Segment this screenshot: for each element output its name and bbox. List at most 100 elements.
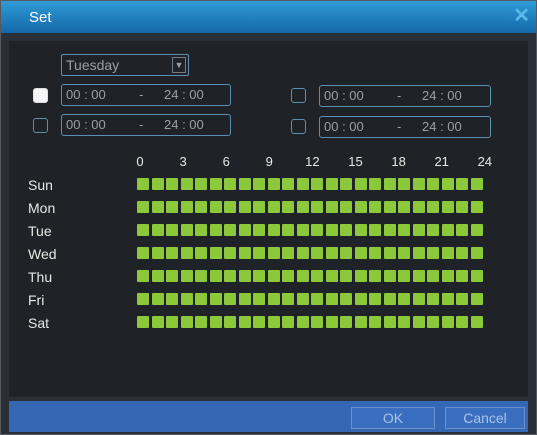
schedule-cell[interactable] bbox=[456, 201, 468, 213]
ok-button[interactable]: OK bbox=[351, 407, 435, 429]
schedule-cell[interactable] bbox=[151, 247, 164, 259]
schedule-cell[interactable] bbox=[195, 201, 207, 213]
schedule-cell[interactable] bbox=[398, 201, 410, 213]
schedule-cell[interactable] bbox=[427, 224, 439, 236]
schedule-cell[interactable] bbox=[253, 270, 265, 282]
schedule-cell[interactable] bbox=[238, 270, 251, 282]
day-select[interactable]: Tuesday ▼ bbox=[61, 54, 189, 76]
schedule-cell[interactable] bbox=[238, 316, 251, 328]
schedule-cell[interactable] bbox=[325, 224, 338, 236]
chevron-down-icon[interactable]: ▼ bbox=[172, 57, 186, 73]
schedule-cell[interactable] bbox=[195, 316, 207, 328]
schedule-cell[interactable] bbox=[296, 178, 309, 190]
schedule-cell[interactable] bbox=[441, 247, 454, 259]
schedule-cell[interactable] bbox=[267, 224, 280, 236]
period-4-checkbox[interactable] bbox=[291, 119, 306, 134]
schedule-cell[interactable] bbox=[166, 293, 178, 305]
schedule-cell[interactable] bbox=[340, 247, 352, 259]
schedule-cell[interactable] bbox=[427, 247, 439, 259]
schedule-cell[interactable] bbox=[383, 247, 396, 259]
schedule-cell[interactable] bbox=[267, 201, 280, 213]
schedule-cell[interactable] bbox=[412, 293, 425, 305]
schedule-cell[interactable] bbox=[209, 201, 222, 213]
schedule-cell[interactable] bbox=[311, 293, 323, 305]
schedule-cell[interactable] bbox=[137, 201, 149, 213]
schedule-cell[interactable] bbox=[383, 201, 396, 213]
schedule-cell[interactable] bbox=[267, 247, 280, 259]
schedule-cell[interactable] bbox=[253, 316, 265, 328]
schedule-cell[interactable] bbox=[166, 316, 178, 328]
schedule-cell[interactable] bbox=[282, 247, 294, 259]
schedule-cell[interactable] bbox=[441, 270, 454, 282]
schedule-cell[interactable] bbox=[137, 293, 149, 305]
schedule-cell[interactable] bbox=[311, 316, 323, 328]
schedule-cell[interactable] bbox=[470, 178, 483, 190]
schedule-cell[interactable] bbox=[151, 293, 164, 305]
schedule-cell[interactable] bbox=[398, 178, 410, 190]
schedule-cell[interactable] bbox=[224, 178, 236, 190]
schedule-cell[interactable] bbox=[325, 316, 338, 328]
schedule-cell[interactable] bbox=[383, 270, 396, 282]
schedule-cell[interactable] bbox=[180, 316, 193, 328]
schedule-cell[interactable] bbox=[470, 270, 483, 282]
schedule-cell[interactable] bbox=[296, 201, 309, 213]
schedule-cell[interactable] bbox=[398, 316, 410, 328]
schedule-cell[interactable] bbox=[224, 201, 236, 213]
schedule-cell[interactable] bbox=[470, 247, 483, 259]
schedule-cell[interactable] bbox=[354, 316, 367, 328]
schedule-cell[interactable] bbox=[340, 224, 352, 236]
schedule-cell[interactable] bbox=[311, 224, 323, 236]
schedule-cell[interactable] bbox=[267, 270, 280, 282]
schedule-cell[interactable] bbox=[369, 270, 381, 282]
schedule-cell[interactable] bbox=[325, 293, 338, 305]
schedule-cell[interactable] bbox=[195, 247, 207, 259]
schedule-cell[interactable] bbox=[340, 316, 352, 328]
schedule-cell[interactable] bbox=[412, 270, 425, 282]
schedule-cell[interactable] bbox=[398, 224, 410, 236]
schedule-cell[interactable] bbox=[180, 201, 193, 213]
schedule-cell[interactable] bbox=[427, 201, 439, 213]
schedule-cell[interactable] bbox=[137, 316, 149, 328]
schedule-cell[interactable] bbox=[180, 270, 193, 282]
schedule-cell[interactable] bbox=[238, 224, 251, 236]
schedule-cell[interactable] bbox=[137, 224, 149, 236]
schedule-cell[interactable] bbox=[383, 224, 396, 236]
schedule-cell[interactable] bbox=[340, 270, 352, 282]
schedule-cell[interactable] bbox=[282, 316, 294, 328]
period-2-checkbox[interactable] bbox=[33, 118, 48, 133]
schedule-cell[interactable] bbox=[311, 270, 323, 282]
schedule-cell[interactable] bbox=[253, 224, 265, 236]
schedule-cell[interactable] bbox=[470, 201, 483, 213]
schedule-cell[interactable] bbox=[456, 178, 468, 190]
schedule-cell[interactable] bbox=[354, 178, 367, 190]
schedule-cell[interactable] bbox=[166, 178, 178, 190]
schedule-cell[interactable] bbox=[412, 201, 425, 213]
schedule-cell[interactable] bbox=[253, 178, 265, 190]
schedule-cell[interactable] bbox=[238, 178, 251, 190]
schedule-cell[interactable] bbox=[253, 201, 265, 213]
schedule-cell[interactable] bbox=[369, 316, 381, 328]
schedule-cell[interactable] bbox=[456, 293, 468, 305]
schedule-cell[interactable] bbox=[325, 201, 338, 213]
schedule-cell[interactable] bbox=[369, 178, 381, 190]
schedule-cell[interactable] bbox=[340, 201, 352, 213]
schedule-cell[interactable] bbox=[369, 201, 381, 213]
schedule-cell[interactable] bbox=[412, 247, 425, 259]
schedule-cell[interactable] bbox=[383, 293, 396, 305]
schedule-cell[interactable] bbox=[296, 224, 309, 236]
schedule-cell[interactable] bbox=[253, 293, 265, 305]
schedule-cell[interactable] bbox=[325, 270, 338, 282]
schedule-cell[interactable] bbox=[267, 316, 280, 328]
schedule-cell[interactable] bbox=[354, 247, 367, 259]
schedule-cell[interactable] bbox=[383, 178, 396, 190]
schedule-cell[interactable] bbox=[282, 201, 294, 213]
schedule-cell[interactable] bbox=[470, 224, 483, 236]
schedule-cell[interactable] bbox=[151, 270, 164, 282]
schedule-cell[interactable] bbox=[180, 178, 193, 190]
schedule-cell[interactable] bbox=[137, 270, 149, 282]
schedule-cell[interactable] bbox=[427, 270, 439, 282]
cancel-button[interactable]: Cancel bbox=[445, 407, 525, 429]
schedule-cell[interactable] bbox=[166, 270, 178, 282]
schedule-cell[interactable] bbox=[282, 270, 294, 282]
period-3-time-range[interactable]: 00 : 00 - 24 : 00 bbox=[319, 85, 491, 107]
